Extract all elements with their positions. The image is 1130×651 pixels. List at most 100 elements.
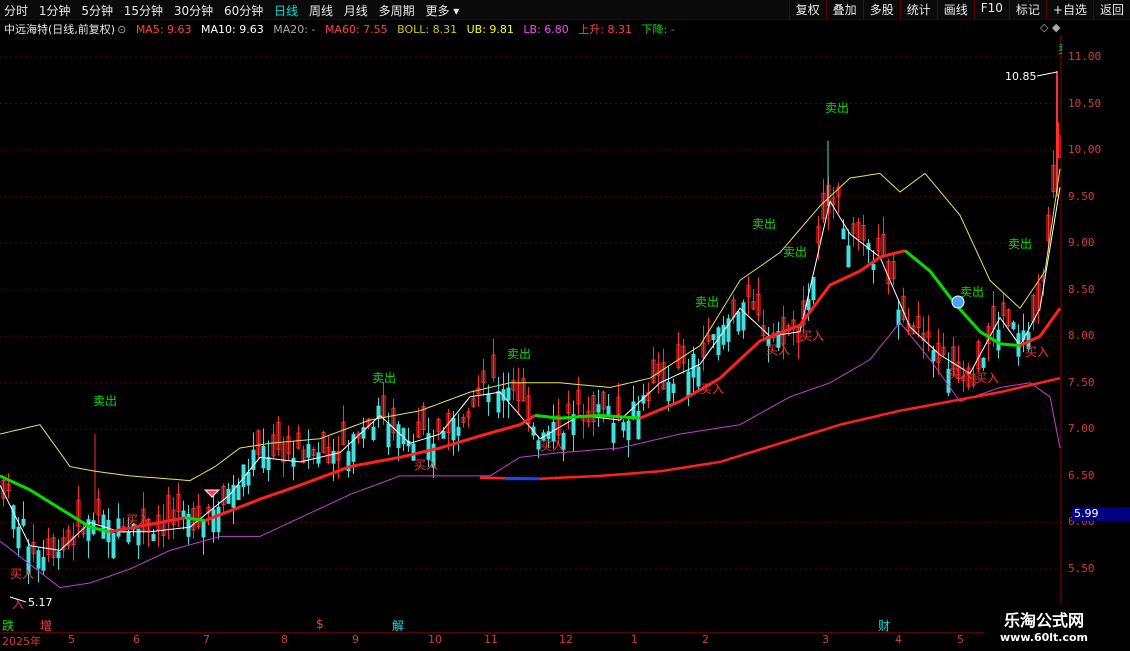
trend-segment (639, 249, 906, 420)
month-label: 11 (484, 633, 498, 646)
candle-body (56, 551, 61, 559)
high-arrow (1036, 71, 1058, 77)
tab-60min[interactable]: 60分钟 (224, 4, 263, 18)
tab-multi-period[interactable]: 多周期 (379, 4, 415, 18)
y-tick-label: 9.50 (1068, 189, 1095, 203)
price-axis: 11.00 10.50 10.00 9.50 9.00 8.50 8.00 7.50 7.00 6… (1062, 35, 1130, 633)
lb-line (0, 321, 1061, 589)
month-label: 2025年 (2, 635, 41, 648)
month-label: 9 (352, 633, 359, 646)
month-label: 12 (559, 633, 573, 646)
tab-5min[interactable]: 5分钟 (81, 4, 113, 18)
candle-body (16, 526, 21, 549)
candle-body (246, 471, 251, 486)
candle-body (596, 404, 601, 413)
candle-body (671, 383, 676, 393)
candle-body (736, 311, 741, 332)
grid-lines (0, 35, 1062, 633)
candle-body (1011, 322, 1016, 330)
watermark-url: www.60lt.com (1000, 631, 1089, 644)
overlay-button[interactable]: 叠加 (825, 0, 863, 19)
event-marker[interactable]: 财 (878, 617, 890, 634)
candle-body (811, 276, 816, 301)
candle-body (441, 430, 446, 439)
event-marker[interactable]: 跌 (2, 617, 14, 634)
candle-body (711, 334, 716, 341)
month-label: 8 (281, 633, 288, 646)
candle-body (626, 420, 631, 441)
candle-body (981, 357, 986, 368)
buy-signal: 买入 (414, 458, 438, 472)
mark-button[interactable]: 标记 (1008, 0, 1046, 19)
add-watchlist-button[interactable]: +自选 (1045, 0, 1093, 19)
y-tick-label: 10.00 (1068, 143, 1102, 157)
buy-signal: 买入 (975, 371, 999, 385)
month-label: 5 (957, 633, 964, 646)
candle-body (211, 509, 216, 533)
month-label: 1 (631, 633, 638, 646)
candlesticks (1, 70, 1061, 585)
tab-daily[interactable]: 日线 (274, 4, 298, 18)
candle-body (291, 457, 296, 467)
tab-30min[interactable]: 30分钟 (174, 4, 213, 18)
high-price-label: 10.85 (1005, 70, 1037, 83)
tab-fenshi[interactable]: 分时 (4, 4, 28, 18)
restore-rights-button[interactable]: 复权 (788, 0, 826, 19)
sell-signal: 卖出 (783, 245, 807, 259)
sell-signal: 卖出 (1008, 237, 1032, 251)
candle-body (41, 556, 46, 571)
candle-body (126, 531, 131, 543)
candle-body (116, 518, 121, 537)
ma60-line (480, 376, 1061, 480)
month-label: 3 (822, 633, 829, 646)
tab-more[interactable]: 更多 ▾ (425, 4, 459, 18)
month-label: 10 (428, 633, 442, 646)
candle-body (666, 381, 671, 402)
month-label: 4 (895, 633, 902, 646)
candle-body (201, 519, 206, 538)
candle-body (716, 327, 721, 356)
buy-signal: 买入 (126, 513, 150, 527)
candle-body (996, 329, 1001, 351)
sell-signal: 卖出 (507, 347, 531, 361)
current-price-tag: 5.99 (1072, 507, 1130, 521)
y-tick-label: 5.50 (1068, 562, 1095, 575)
event-marker[interactable]: 解 (392, 617, 404, 634)
sell-signal: 卖出 (752, 217, 776, 231)
candle-body (496, 391, 501, 413)
candle-body (236, 484, 241, 501)
event-marker[interactable]: $ (316, 617, 324, 631)
trend-line (0, 249, 1062, 534)
statistics-button[interactable]: 统计 (899, 0, 937, 19)
trade-signals: 卖出卖出卖出卖出卖出卖出卖出卖出卖出买入买入买入买入买入买入买入买入买入买入卖入 (10, 42, 1062, 611)
draw-line-button[interactable]: 画线 (936, 0, 974, 19)
time-axis: 2025年 5 6 7 8 9 10 11 12 1 2 3 4 5 跌增 $ 解财 (0, 617, 1062, 651)
month-label: 2 (702, 633, 709, 646)
candle-body (216, 506, 221, 532)
buy-signal: 买入 (948, 367, 972, 381)
period-tabs: 分时 1分钟 5分钟 15分钟 30分钟 60分钟 日线 周线 月线 多周期 更… (4, 2, 466, 19)
ma10-line (0, 187, 1061, 551)
settings-diamond-icon[interactable]: ◇ (1040, 21, 1048, 34)
multi-stock-button[interactable]: 多股 (862, 0, 900, 19)
price-chart[interactable]: 卖出卖出卖出卖出卖出卖出卖出卖出卖出买入买入买入买入买入买入买入买入买入买入卖入… (0, 35, 1062, 633)
sell-signal: 卖出 (960, 285, 984, 299)
tab-weekly[interactable]: 周线 (309, 4, 333, 18)
y-tick-label: 9.00 (1068, 236, 1095, 250)
candle-body (841, 228, 846, 240)
candle-body (621, 422, 626, 431)
top-toolbar: 分时 1分钟 5分钟 15分钟 30分钟 60分钟 日线 周线 月线 多周期 更… (0, 0, 1130, 20)
low-price-label: 5.17 (28, 596, 53, 609)
event-marker[interactable]: 增 (40, 617, 52, 634)
buy-signal: 买入 (800, 329, 824, 343)
y-tick-label: 10.50 (1068, 96, 1102, 110)
tab-15min[interactable]: 15分钟 (124, 4, 163, 18)
tab-1min[interactable]: 1分钟 (39, 4, 71, 18)
back-button[interactable]: 返回 (1092, 0, 1130, 19)
tab-monthly[interactable]: 月线 (344, 4, 368, 18)
candle-body (721, 324, 726, 345)
y-tick-label: 7.00 (1068, 422, 1095, 436)
f10-button[interactable]: F10 (973, 0, 1009, 19)
candle-body (686, 371, 691, 397)
collapse-icon[interactable]: ◆ (1052, 21, 1060, 34)
